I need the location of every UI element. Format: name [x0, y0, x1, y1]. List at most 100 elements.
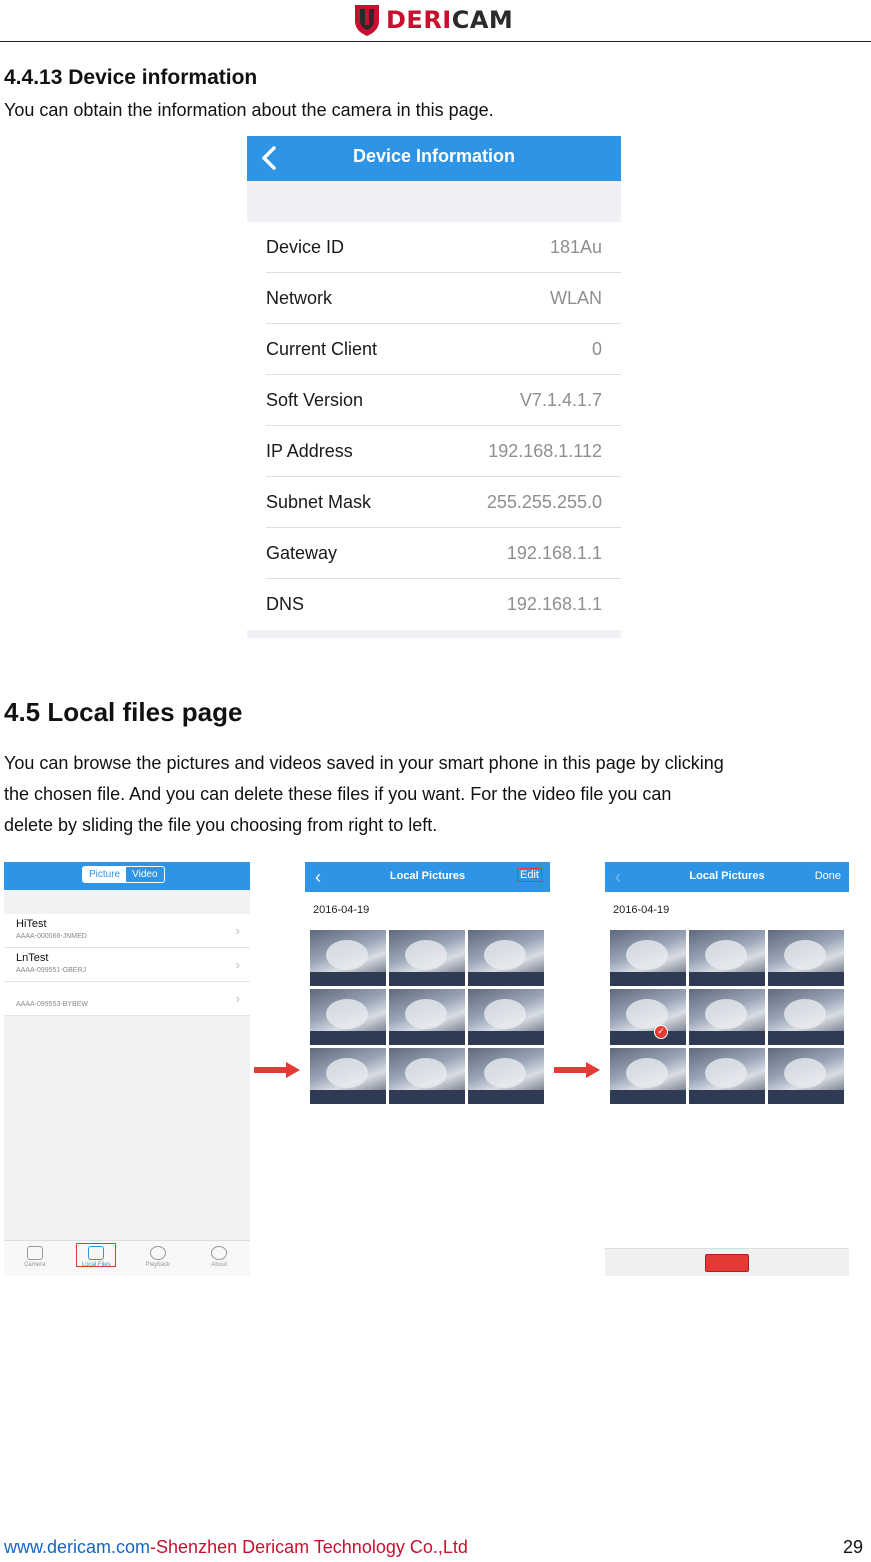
tab-label: About [211, 1262, 228, 1268]
device-info-navbar: Device Information [247, 136, 621, 181]
picture-gallery: 2016-04-19 ✓ [605, 892, 849, 1276]
page-header: DERICAM [0, 0, 871, 42]
row-value: WLAN [549, 287, 602, 308]
row-label: Device ID [266, 236, 345, 257]
picture-thumbnail[interactable] [610, 1048, 686, 1104]
footer-website-link[interactable]: www.dericam.com [4, 1537, 150, 1557]
row-value: 181Au [549, 236, 602, 257]
picture-thumbnail[interactable] [310, 930, 386, 986]
video-segment-button[interactable]: Video [126, 867, 163, 882]
playback-icon [149, 1246, 166, 1260]
picture-thumbnail[interactable] [689, 1048, 765, 1104]
tab-label: Local Files [81, 1262, 111, 1268]
tab-camera[interactable]: Camera [8, 1241, 62, 1276]
local-pictures-navbar: ‹ Local Pictures Done [605, 862, 849, 892]
local-files-screen: Picture Video HiTest AAAA-000066-JNMED ›… [4, 862, 250, 1276]
tab-label: Playback [145, 1262, 170, 1268]
delete-button[interactable] [705, 1254, 749, 1272]
list-item[interactable]: HiTest AAAA-000066-JNMED › [4, 914, 250, 948]
row-value: V7.1.4.1.7 [519, 389, 602, 410]
section-4413-title: 4.4.13 Device information [4, 66, 258, 89]
picture-thumbnail[interactable] [310, 989, 386, 1045]
dns-row: DNS 192.168.1.1 [266, 579, 621, 630]
row-label: Subnet Mask [266, 491, 372, 512]
picture-thumbnail[interactable] [468, 930, 544, 986]
row-value: 192.168.1.1 [506, 542, 602, 563]
subnet-mask-row: Subnet Mask 255.255.255.0 [266, 477, 621, 528]
page-number: 29 [842, 1537, 863, 1557]
device-info-title: Device Information [352, 146, 516, 166]
thumbnail-grid [310, 930, 544, 1104]
camera-uid: AAAA-000066-JNMED [16, 933, 87, 940]
row-value: 192.168.1.112 [488, 440, 602, 461]
checkmark-icon: ✓ [654, 1025, 668, 1039]
dericam-logo-icon [355, 5, 379, 36]
local-files-icon [88, 1246, 105, 1260]
picture-gallery: 2016-04-19 [305, 892, 550, 1276]
row-label: IP Address [266, 440, 353, 461]
chevron-right-icon: › [235, 923, 240, 938]
dericam-logo: DERICAM [352, 2, 513, 38]
network-row: Network WLAN [266, 273, 621, 324]
camera-name: LnTest [16, 952, 49, 964]
camera-file-list: HiTest AAAA-000066-JNMED › LnTest AAAA-0… [4, 914, 250, 1016]
device-info-spacer [247, 181, 621, 222]
page-footer: www.dericam.com-Shenzhen Dericam Technol… [4, 1537, 468, 1558]
row-label: Current Client [266, 338, 378, 359]
picture-thumbnail[interactable] [310, 1048, 386, 1104]
logo-wordmark: DERICAM [386, 6, 513, 34]
row-value: 255.255.255.0 [486, 491, 602, 512]
picture-thumbnail[interactable] [468, 1048, 544, 1104]
ip-address-row: IP Address 192.168.1.112 [266, 426, 621, 477]
camera-uid: AAAA-099551-GBERJ [16, 967, 87, 974]
paragraph-line: delete by sliding the file you choosing … [4, 815, 438, 835]
done-button[interactable]: Done [815, 870, 841, 882]
tab-about[interactable]: About [192, 1241, 246, 1276]
picture-thumbnail[interactable] [389, 1048, 465, 1104]
local-pictures-title: Local Pictures [389, 870, 466, 882]
footer-company: -Shenzhen Dericam Technology Co.,Ltd [150, 1537, 468, 1557]
picture-segment-button[interactable]: Picture [83, 867, 127, 882]
camera-uid: AAAA-099553-BYBEW [16, 1001, 88, 1008]
list-item[interactable]: AAAA-099553-BYBEW › [4, 982, 250, 1016]
current-client-row: Current Client 0 [266, 324, 621, 375]
edit-button[interactable]: Edit [517, 868, 542, 882]
logo-text-dark: CAM [451, 6, 514, 34]
picture-thumbnail[interactable] [768, 1048, 844, 1104]
picture-thumbnail[interactable] [389, 989, 465, 1045]
tab-playback[interactable]: Playback [131, 1241, 185, 1276]
tab-label: Camera [24, 1262, 46, 1268]
gateway-row: Gateway 192.168.1.1 [266, 528, 621, 579]
right-arrow-icon [254, 1062, 300, 1078]
right-arrow-icon [554, 1062, 600, 1078]
section-45-title: 4.5 Local files page [4, 697, 243, 727]
tab-local-files[interactable]: Local Files [69, 1241, 123, 1276]
picture-video-segment: Picture Video [82, 866, 165, 883]
section-4413-text: You can obtain the information about the… [4, 100, 494, 120]
paragraph-line: You can browse the pictures and videos s… [4, 753, 724, 773]
chevron-right-icon: › [235, 991, 240, 1006]
local-pictures-title: Local Pictures [689, 870, 765, 882]
picture-thumbnail[interactable] [689, 930, 765, 986]
row-label: DNS [266, 594, 305, 614]
row-label: Gateway [266, 542, 338, 563]
row-label: Network [266, 287, 333, 308]
thumbnail-grid: ✓ [610, 930, 844, 1104]
picture-thumbnail[interactable] [689, 989, 765, 1045]
list-item[interactable]: LnTest AAAA-099551-GBERJ › [4, 948, 250, 982]
device-id-row: Device ID 181Au [266, 222, 621, 273]
picture-thumbnail[interactable] [610, 930, 686, 986]
picture-thumbnail[interactable] [768, 930, 844, 986]
local-pictures-select-screen: ‹ Local Pictures Done 2016-04-19 ✓ [605, 862, 849, 1276]
device-information-screenshot: Device Information Device ID 181Au Networ… [247, 136, 621, 638]
camera-icon [26, 1246, 43, 1260]
row-value: 0 [591, 338, 602, 359]
picture-thumbnail[interactable] [468, 989, 544, 1045]
picture-thumbnail[interactable] [768, 989, 844, 1045]
local-pictures-edit-screen: ‹ Local Pictures Edit 2016-04-19 [305, 862, 550, 1276]
picture-thumbnail-selected[interactable]: ✓ [610, 989, 686, 1045]
row-value: 192.168.1.1 [506, 594, 602, 614]
paragraph-line: the chosen file. And you can delete thes… [4, 784, 672, 804]
picture-thumbnail[interactable] [389, 930, 465, 986]
chevron-right-icon: › [235, 957, 240, 972]
